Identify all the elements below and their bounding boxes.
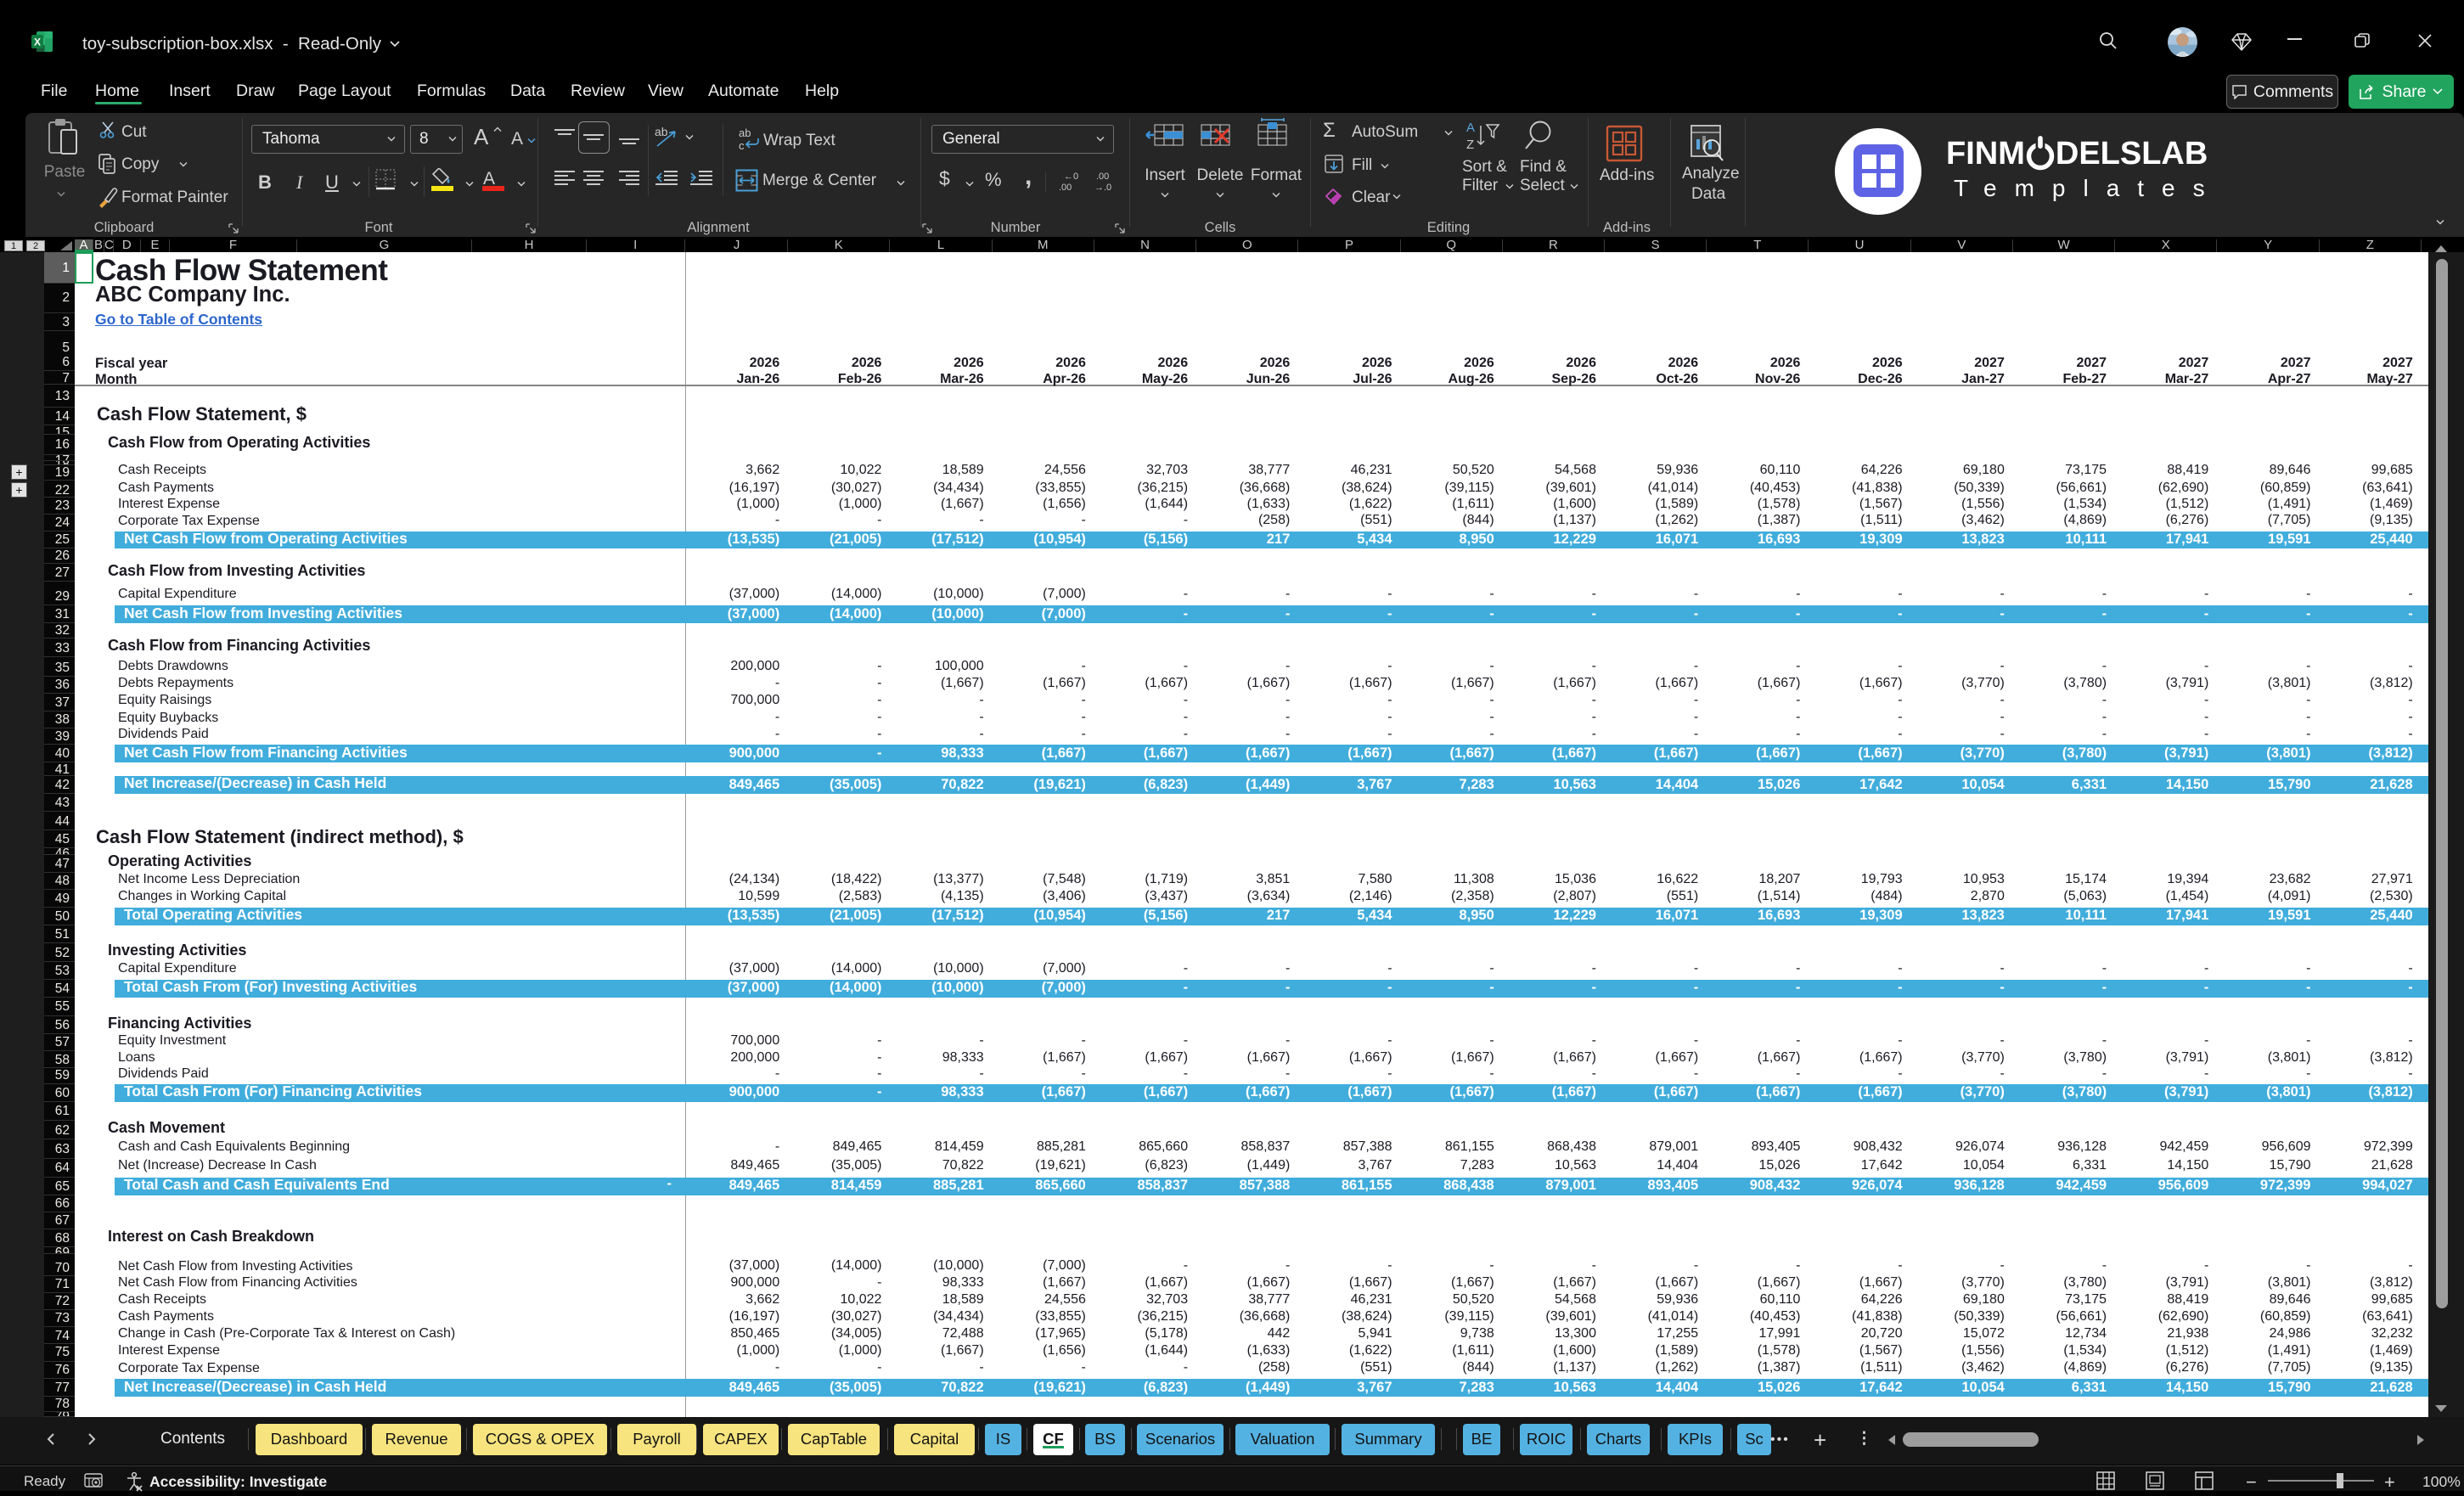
svg-text:→.0: →.0 <box>1094 183 1111 192</box>
svg-text:←0: ←0 <box>1064 172 1078 182</box>
svg-text:ab: ab <box>655 126 668 138</box>
svg-text:.00: .00 <box>1096 172 1109 182</box>
svg-text:c: c <box>739 139 745 151</box>
svg-text:ab: ab <box>739 127 751 139</box>
svg-text:A: A <box>1466 121 1475 135</box>
svg-text:Z: Z <box>1466 138 1474 152</box>
svg-text:.00: .00 <box>1059 183 1072 192</box>
svg-text:X: X <box>34 37 41 48</box>
